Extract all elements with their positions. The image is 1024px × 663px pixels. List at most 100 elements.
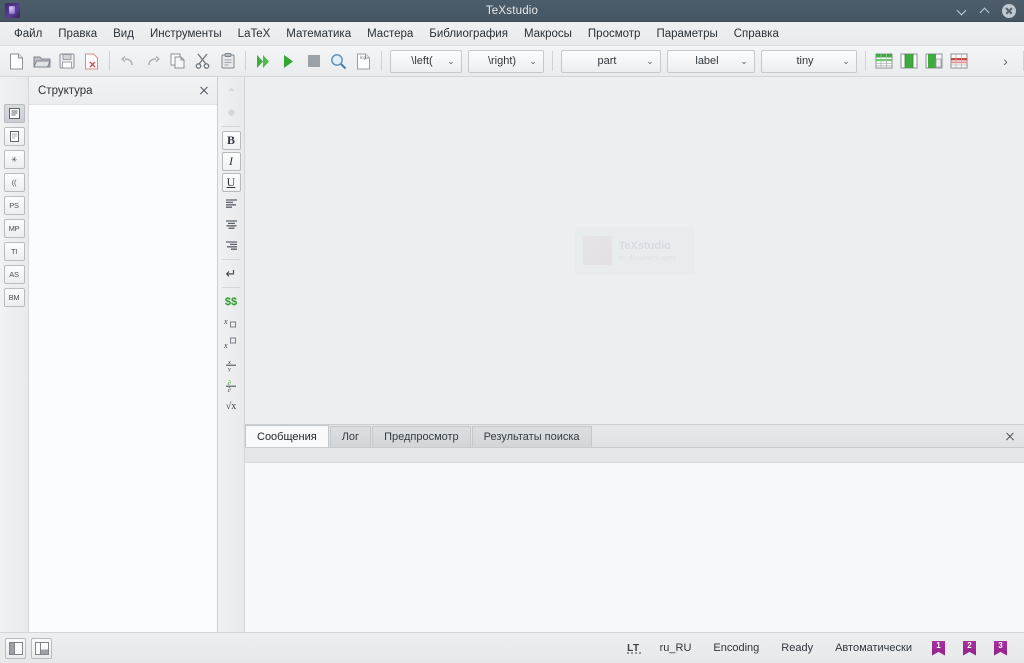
tab-log[interactable]: Лог <box>329 426 372 447</box>
menu-wizards[interactable]: Мастера <box>359 25 421 43</box>
left-delimiter-select[interactable]: \left( ⌄ <box>390 49 462 73</box>
toolbar-separator <box>865 51 866 71</box>
toolbar-separator <box>552 51 553 71</box>
new-file-icon[interactable] <box>4 49 29 74</box>
metapost-symbols-icon[interactable]: MP <box>3 219 25 238</box>
format-separator <box>222 287 240 288</box>
open-file-icon[interactable] <box>29 49 54 74</box>
section-level-value: part <box>597 55 617 67</box>
superscript-icon[interactable]: x <box>220 333 242 354</box>
chevron-right-icon: › <box>1003 53 1008 69</box>
minimize-button[interactable] <box>956 4 970 18</box>
files-view-icon[interactable] <box>3 127 25 146</box>
encoding-status[interactable]: Encoding <box>702 642 770 654</box>
postscript-symbols-icon[interactable]: PS <box>3 196 25 215</box>
close-button[interactable] <box>1002 3 1016 18</box>
svg-text:x: x <box>224 317 228 326</box>
line-ending-status[interactable]: Автоматически <box>824 642 923 654</box>
indent-decrease-icon[interactable] <box>220 81 242 102</box>
section-level-select[interactable]: part ⌄ <box>561 49 661 73</box>
build-and-view-icon[interactable] <box>251 49 276 74</box>
derivative-icon[interactable]: ∂ ∂ <box>220 375 242 396</box>
language-tool-status[interactable]: LT <box>618 643 648 654</box>
math-mode-icon[interactable]: $$ <box>220 291 242 312</box>
output-panel-close-button[interactable] <box>1001 428 1018 445</box>
font-size-select[interactable]: tiny ⌄ <box>761 49 857 73</box>
save-file-icon[interactable] <box>54 49 79 74</box>
bookmark-2-button[interactable]: 2 <box>963 640 976 656</box>
menu-latex[interactable]: LaTeX <box>230 25 279 43</box>
fraction-icon[interactable]: xy <box>220 354 242 375</box>
locale-status[interactable]: ru_RU <box>649 642 703 654</box>
bookmark-3-label: 3 <box>998 640 1003 650</box>
menu-edit[interactable]: Правка <box>50 25 105 43</box>
left-delimiter-value: \left( <box>411 55 433 67</box>
menu-math[interactable]: Математика <box>278 25 359 43</box>
align-right-icon[interactable] <box>220 235 242 256</box>
main-body: ✳ (( PS MP TI AS BM Структура B I U ↵ $$… <box>0 77 1024 632</box>
indent-increase-icon[interactable] <box>220 102 242 123</box>
copy-icon[interactable] <box>165 49 190 74</box>
maximize-button[interactable] <box>979 4 993 18</box>
menu-macros[interactable]: Макросы <box>516 25 580 43</box>
align-center-icon[interactable] <box>220 214 242 235</box>
output-panel-content[interactable] <box>245 463 1024 632</box>
format-separator <box>222 126 240 127</box>
structure-panel-close-button[interactable] <box>195 82 212 99</box>
bookmark-3-button[interactable]: 3 <box>994 640 1007 656</box>
subscript-icon[interactable]: x <box>220 312 242 333</box>
brackets-view-icon[interactable]: (( <box>3 173 25 192</box>
view-log-icon[interactable]: log <box>351 49 376 74</box>
menu-bibliography[interactable]: Библиография <box>421 25 516 43</box>
close-file-icon[interactable] <box>79 49 104 74</box>
stop-icon[interactable] <box>301 49 326 74</box>
square-root-icon[interactable]: √x <box>220 396 242 417</box>
menu-tools[interactable]: Инструменты <box>142 25 230 43</box>
bold-icon[interactable]: B <box>221 131 241 150</box>
tab-preview[interactable]: Предпросмотр <box>372 426 471 447</box>
reference-type-select[interactable]: label ⌄ <box>667 49 755 73</box>
toolbar-overflow-button[interactable]: › <box>993 49 1018 74</box>
compile-icon[interactable] <box>276 49 301 74</box>
bookmarks-view-icon[interactable]: BM <box>3 288 25 307</box>
align-left-icon[interactable] <box>220 193 242 214</box>
insert-table-icon[interactable] <box>871 49 896 74</box>
asymptote-symbols-icon[interactable]: AS <box>3 265 25 284</box>
tikz-symbols-icon[interactable]: TI <box>3 242 25 261</box>
delete-row-icon[interactable] <box>946 49 971 74</box>
menu-options[interactable]: Параметры <box>648 25 725 43</box>
italic-icon[interactable]: I <box>221 152 241 171</box>
redo-icon[interactable] <box>140 49 165 74</box>
structure-view-icon[interactable] <box>3 104 25 123</box>
texstudio-logo-icon <box>5 3 20 18</box>
add-column-icon[interactable] <box>921 49 946 74</box>
tab-messages[interactable]: Сообщения <box>245 425 329 447</box>
tab-search-results[interactable]: Результаты поиска <box>471 426 592 447</box>
menu-bar: Файл Правка Вид Инструменты LaTeX Матема… <box>0 22 1024 46</box>
text-editor[interactable]: TeXstudio no document open <box>245 77 1024 424</box>
output-panel-toolbar <box>245 448 1024 463</box>
window-title: TeXstudio <box>485 4 539 17</box>
toggle-output-panel-button[interactable] <box>31 637 52 659</box>
structure-tree[interactable] <box>29 105 217 632</box>
menu-help[interactable]: Справка <box>726 25 787 43</box>
right-delimiter-select[interactable]: \right) ⌄ <box>468 49 544 73</box>
bookmark-1-button[interactable]: 1 <box>932 640 945 656</box>
menu-view[interactable]: Вид <box>105 25 142 43</box>
undo-icon[interactable] <box>115 49 140 74</box>
insert-column-icon[interactable] <box>896 49 921 74</box>
menu-file[interactable]: Файл <box>6 25 50 43</box>
bookmark-1-label: 1 <box>936 640 941 650</box>
chevron-down-icon: ⌄ <box>842 55 850 66</box>
cut-icon[interactable] <box>190 49 215 74</box>
newline-icon[interactable]: ↵ <box>220 263 242 284</box>
view-pdf-icon[interactable] <box>326 49 351 74</box>
underline-icon[interactable]: U <box>221 173 241 192</box>
menu-view-pdf[interactable]: Просмотр <box>580 25 649 43</box>
chevron-down-icon: ⌄ <box>740 55 748 66</box>
paste-icon[interactable] <box>215 49 240 74</box>
side-panel-rail: ✳ (( PS MP TI AS BM <box>0 77 29 632</box>
svg-text:log: log <box>360 55 367 60</box>
symbols-view-icon[interactable]: ✳ <box>3 150 25 169</box>
toggle-structure-panel-button[interactable] <box>5 637 26 659</box>
